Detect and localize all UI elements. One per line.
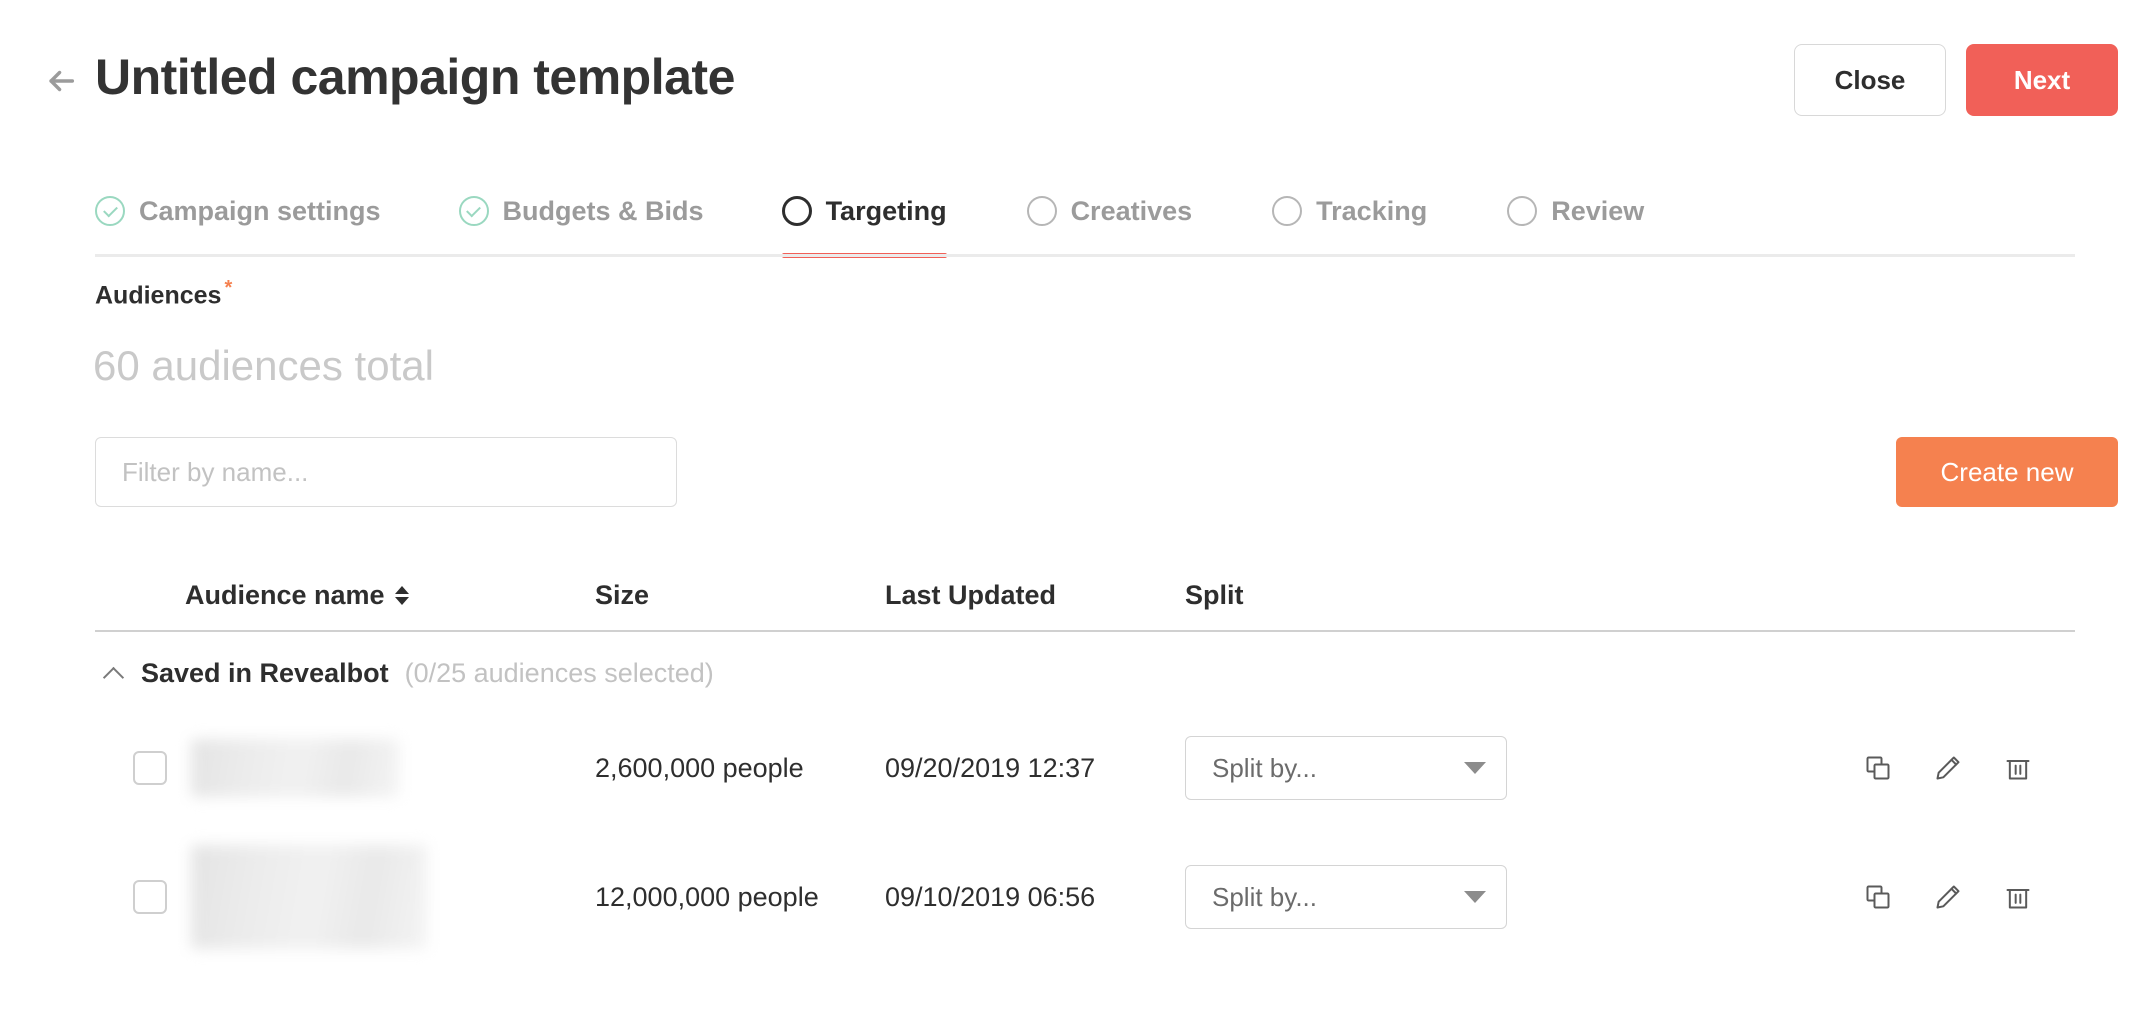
- delete-icon[interactable]: [2003, 882, 2033, 912]
- audiences-table: Audience name Size Last Updated Split Sa…: [95, 560, 2075, 972]
- edit-icon[interactable]: [1933, 753, 1963, 783]
- close-button[interactable]: Close: [1794, 44, 1946, 116]
- split-cell: Split by...: [1185, 865, 1635, 929]
- campaign-template-page: Untitled campaign template Close Next Ca…: [0, 0, 2154, 1022]
- filter-by-name-input[interactable]: [95, 437, 677, 507]
- audience-group-selected-count: (0/25 audiences selected): [405, 658, 714, 689]
- step-tracking[interactable]: Tracking: [1272, 182, 1427, 240]
- step-label: Creatives: [1071, 196, 1193, 227]
- step-label: Campaign settings: [139, 196, 381, 227]
- row-select-cell: [95, 751, 185, 785]
- table-header-audience-name-label: Audience name: [185, 580, 385, 611]
- page-title: Untitled campaign template: [95, 48, 735, 106]
- table-header-last-updated: Last Updated: [885, 580, 1185, 611]
- redacted-audience-name: [191, 739, 399, 797]
- table-header-size: Size: [595, 580, 885, 611]
- duplicate-icon[interactable]: [1863, 753, 1893, 783]
- split-by-dropdown[interactable]: Split by...: [1185, 865, 1507, 929]
- delete-icon[interactable]: [2003, 753, 2033, 783]
- table-row: 12,000,000 people09/10/2019 06:56 Split b…: [95, 822, 2075, 972]
- step-campaign-settings[interactable]: Campaign settings: [95, 182, 381, 240]
- audiences-label-text: Audiences: [95, 281, 221, 309]
- header-actions: Close Next: [1794, 44, 2118, 116]
- audience-rows: 2,600,000 people09/20/2019 12:37 Split by…: [95, 714, 2075, 972]
- row-actions-cell: [1635, 753, 2075, 783]
- step-review[interactable]: Review: [1507, 182, 1644, 240]
- sort-arrows-icon[interactable]: [395, 586, 409, 605]
- step-navigation: Campaign settings Budgets & Bids Targeting…: [95, 182, 2075, 254]
- next-button[interactable]: Next: [1966, 44, 2118, 116]
- audience-last-updated-cell: 09/20/2019 12:37: [885, 753, 1185, 784]
- step-targeting[interactable]: Targeting: [782, 182, 947, 240]
- audience-group-header[interactable]: Saved in Revealbot (0/25 audiences selec…: [95, 632, 2075, 714]
- audience-name-cell: [185, 845, 595, 949]
- audiences-section-label: Audiences*: [95, 277, 232, 310]
- step-state-todo-icon: [1027, 196, 1057, 226]
- row-actions: [1635, 753, 2075, 783]
- step-label: Budgets & Bids: [503, 196, 704, 227]
- audience-group-title: Saved in Revealbot: [141, 658, 389, 689]
- redacted-audience-name: [191, 845, 427, 949]
- split-by-dropdown-label: Split by...: [1212, 753, 1317, 784]
- row-select-cell: [95, 880, 185, 914]
- split-by-dropdown-label: Split by...: [1212, 882, 1317, 913]
- audience-last-updated-cell: 09/10/2019 06:56: [885, 882, 1185, 913]
- audiences-total-count: 60 audiences total: [93, 342, 434, 390]
- row-checkbox[interactable]: [133, 880, 167, 914]
- step-list: Campaign settings Budgets & Bids Targeting…: [95, 182, 2075, 240]
- table-header-row: Audience name Size Last Updated Split: [95, 560, 2075, 632]
- chevron-down-icon[interactable]: [1464, 891, 1486, 903]
- back-arrow-icon[interactable]: [40, 60, 82, 102]
- row-checkbox[interactable]: [133, 751, 167, 785]
- step-state-active-icon: [782, 196, 812, 226]
- step-state-todo-icon: [1507, 196, 1537, 226]
- audience-size-cell: 12,000,000 people: [595, 882, 885, 913]
- step-label: Targeting: [826, 196, 947, 227]
- step-label: Review: [1551, 196, 1644, 227]
- page-header: Untitled campaign template Close Next: [0, 0, 2154, 160]
- split-cell: Split by...: [1185, 736, 1635, 800]
- row-actions: [1635, 882, 2075, 912]
- table-header-split: Split: [1185, 580, 1635, 611]
- table-header-audience-name[interactable]: Audience name: [185, 580, 595, 611]
- audience-size-cell: 2,600,000 people: [595, 753, 885, 784]
- row-actions-cell: [1635, 882, 2075, 912]
- table-row: 2,600,000 people09/20/2019 12:37 Split by…: [95, 714, 2075, 822]
- edit-icon[interactable]: [1933, 882, 1963, 912]
- step-creatives[interactable]: Creatives: [1027, 182, 1193, 240]
- audience-name-cell: [185, 739, 595, 797]
- chevron-down-icon[interactable]: [1464, 762, 1486, 774]
- step-state-done-icon: [95, 196, 125, 226]
- duplicate-icon[interactable]: [1863, 882, 1893, 912]
- step-budgets-bids[interactable]: Budgets & Bids: [459, 182, 704, 240]
- required-marker: *: [224, 277, 232, 299]
- create-new-button[interactable]: Create new: [1896, 437, 2118, 507]
- chevron-up-icon[interactable]: [103, 662, 125, 684]
- step-state-done-icon: [459, 196, 489, 226]
- steps-divider: [95, 254, 2075, 257]
- step-state-todo-icon: [1272, 196, 1302, 226]
- step-label: Tracking: [1316, 196, 1427, 227]
- split-by-dropdown[interactable]: Split by...: [1185, 736, 1507, 800]
